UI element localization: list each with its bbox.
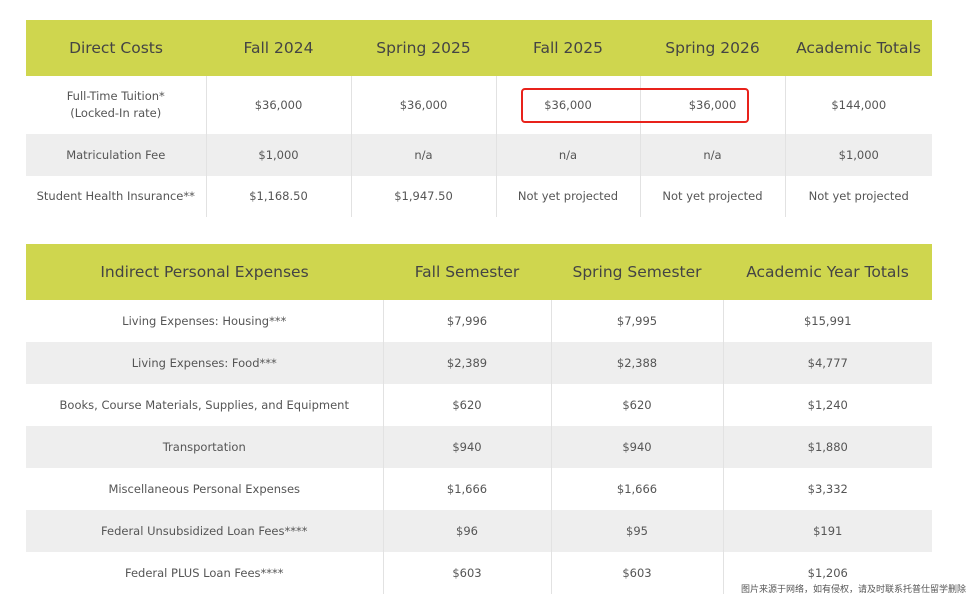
table-cell: $1,666: [550, 468, 723, 510]
table-row: Transportation $940 $940 $1,880: [26, 426, 932, 468]
table-cell: $3,332: [722, 468, 932, 510]
direct-costs-header-row: Direct Costs Fall 2024 Spring 2025 Fall …: [26, 20, 932, 76]
table-cell: $144,000: [784, 76, 932, 134]
header-spring-2026: Spring 2026: [640, 20, 785, 76]
table-cell: n/a: [639, 134, 785, 176]
table-cell: $1,240: [722, 384, 932, 426]
header-academic-year-totals: Academic Year Totals: [723, 244, 932, 300]
indirect-expenses-header-row: Indirect Personal Expenses Fall Semester…: [26, 244, 932, 300]
row-label-housing: Living Expenses: Housing***: [122, 313, 287, 328]
row-label-transportation: Transportation: [26, 426, 383, 468]
table-cell: $36,000: [350, 76, 496, 134]
table-cell: $1,666: [382, 468, 551, 510]
table-cell: n/a: [495, 134, 640, 176]
row-label-food: Living Expenses: Food***: [26, 342, 383, 384]
table-cell: Not yet projected: [784, 176, 932, 217]
header-fall-semester: Fall Semester: [383, 244, 551, 300]
table-cell: $940: [382, 426, 551, 468]
row-label-unsubsidized-loan-fees: Federal Unsubsidized Loan Fees****: [26, 510, 383, 552]
header-direct-costs: Direct Costs: [26, 20, 206, 76]
header-academic-totals: Academic Totals: [785, 20, 932, 76]
table-cell: $7,996: [382, 300, 551, 342]
table-row: Books, Course Materials, Supplies, and E…: [26, 384, 932, 426]
table-cell: Not yet projected: [495, 176, 640, 217]
direct-costs-table: Direct Costs Fall 2024 Spring 2025 Fall …: [26, 20, 932, 217]
tuition-label-line2: (Locked-In rate): [70, 106, 162, 120]
table-cell: $620: [550, 384, 723, 426]
row-label-books: Books, Course Materials, Supplies, and E…: [59, 397, 349, 412]
table-cell: $96: [382, 510, 551, 552]
table-cell: n/a: [350, 134, 496, 176]
row-label-tuition: Full-Time Tuition* (Locked-In rate): [26, 76, 206, 134]
table-cell: $191: [722, 510, 932, 552]
table-cell: $2,389: [382, 342, 551, 384]
table-cell: $15,991: [722, 300, 932, 342]
table-cell: $1,168.50: [205, 176, 351, 217]
table-cell: $1,947.50: [350, 176, 496, 217]
tuition-label-line1: Full-Time Tuition*: [66, 89, 165, 103]
row-label-miscellaneous: Miscellaneous Personal Expenses: [108, 481, 301, 496]
row-label-plus-loan-fees: Federal PLUS Loan Fees****: [124, 565, 284, 580]
row-label-health-insurance: Student Health Insurance**: [36, 189, 195, 203]
table-cell: $940: [550, 426, 723, 468]
table-cell: $1,000: [784, 134, 932, 176]
table-row: Miscellaneous Personal Expenses $1,666 $…: [26, 468, 932, 510]
watermark-text: 图片来源于网络，如有侵权，请及时联系托普仕留学删除: [739, 582, 967, 595]
table-cell: $1,000: [205, 134, 351, 176]
row-label-matriculation: Matriculation Fee: [26, 134, 206, 176]
table-row: Federal Unsubsidized Loan Fees**** $96 $…: [26, 510, 932, 552]
table-row: Student Health Insurance** $1,168.50 $1,…: [26, 176, 932, 217]
table-cell: $4,777: [722, 342, 932, 384]
table-cell: $2,388: [550, 342, 723, 384]
header-fall-2025: Fall 2025: [496, 20, 640, 76]
header-spring-semester: Spring Semester: [551, 244, 723, 300]
tuition-highlight-box: [521, 88, 749, 123]
table-row: Matriculation Fee $1,000 n/a n/a n/a $1,…: [26, 134, 932, 176]
table-row: Living Expenses: Housing*** $7,996 $7,99…: [26, 300, 932, 342]
header-fall-2024: Fall 2024: [206, 20, 351, 76]
table-cell: Not yet projected: [639, 176, 785, 217]
table-row: Living Expenses: Food*** $2,389 $2,388 $…: [26, 342, 932, 384]
table-cell: $603: [550, 552, 723, 594]
table-cell: $95: [550, 510, 723, 552]
indirect-expenses-table: Indirect Personal Expenses Fall Semester…: [26, 244, 932, 594]
table-cell: $7,995: [550, 300, 723, 342]
header-indirect-personal-expenses: Indirect Personal Expenses: [26, 244, 383, 300]
table-cell: $603: [382, 552, 551, 594]
header-spring-2025: Spring 2025: [351, 20, 496, 76]
table-cell: $36,000: [205, 76, 351, 134]
table-row: Full-Time Tuition* (Locked-In rate) $36,…: [26, 76, 932, 134]
table-cell: $620: [382, 384, 551, 426]
table-cell: $1,880: [722, 426, 932, 468]
